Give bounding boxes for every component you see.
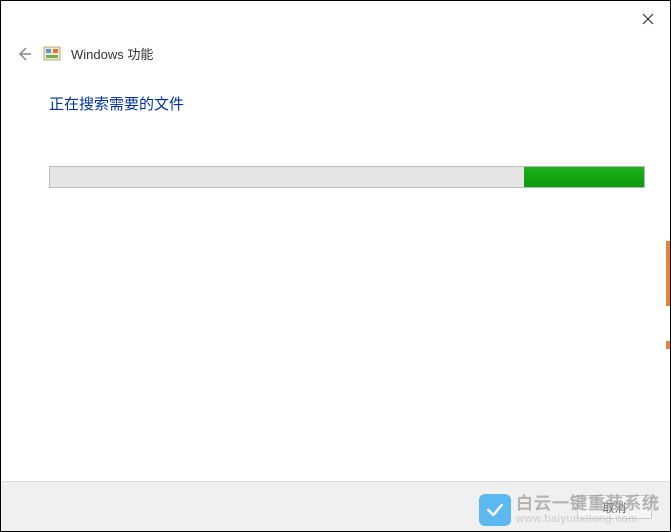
cancel-button[interactable]: 取消 (577, 495, 652, 519)
progress-fill (524, 167, 644, 187)
side-accent-decoration (666, 341, 670, 349)
dialog-window: Windows 功能 正在搜索需要的文件 取消 白云一键重装系统 www.bai… (0, 0, 671, 532)
side-accent-decoration (666, 241, 670, 306)
close-icon (642, 13, 654, 25)
progress-bar (49, 166, 645, 188)
back-arrow-icon (16, 46, 32, 62)
dialog-footer: 取消 (1, 481, 670, 531)
back-button[interactable] (15, 45, 33, 63)
close-button[interactable] (640, 11, 656, 27)
dialog-header: Windows 功能 (15, 44, 153, 63)
windows-features-icon (43, 45, 61, 63)
status-message: 正在搜索需要的文件 (49, 93, 184, 114)
dialog-title: Windows 功能 (71, 44, 153, 63)
